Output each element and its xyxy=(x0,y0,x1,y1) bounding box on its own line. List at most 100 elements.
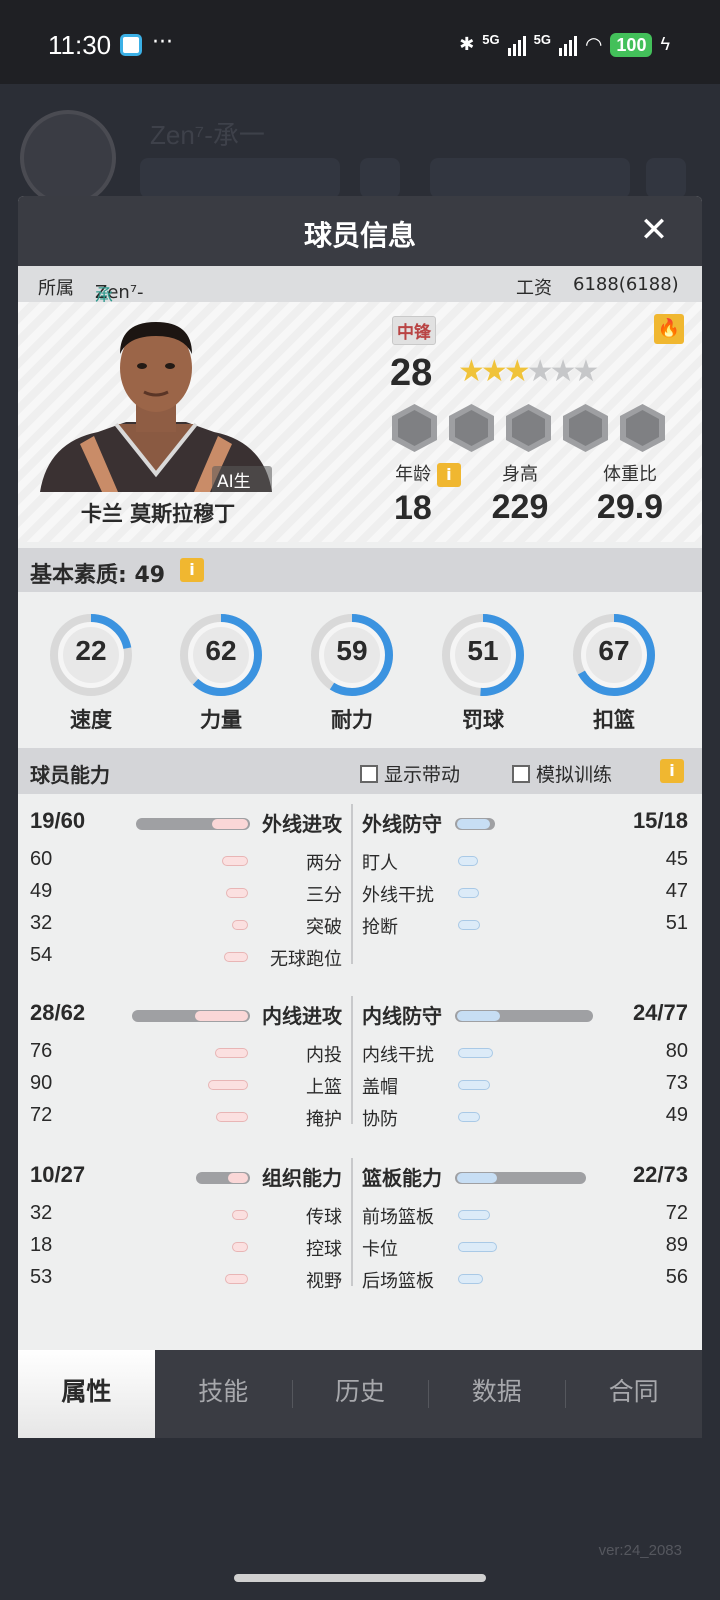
right-group-score: 24/77 xyxy=(632,1000,688,1025)
star-empty-icon: ★ xyxy=(549,354,577,389)
position-badge: 中锋 xyxy=(392,316,436,345)
affiliation-row: 所属 Zen⁷-承一 工资 6188(6188) xyxy=(18,266,702,333)
left-stat-bar xyxy=(225,1274,248,1284)
left-stat-label: 内投 xyxy=(306,1045,342,1066)
attribute-gauge: 22 速度 xyxy=(48,612,134,734)
badge-slot[interactable] xyxy=(506,404,551,452)
left-stat-value: 32 xyxy=(30,912,53,934)
right-stat-bar xyxy=(458,888,479,898)
left-group-bar xyxy=(196,1172,250,1184)
left-group-score: 10/27 xyxy=(30,1162,86,1187)
modal-title: 球员信息 xyxy=(303,219,416,252)
tab-数据[interactable]: 数据 xyxy=(428,1350,565,1438)
add-gold-button xyxy=(360,158,400,198)
left-stat-value: 76 xyxy=(30,1040,53,1062)
badge-slot[interactable] xyxy=(563,404,608,452)
right-group-bar-fill xyxy=(457,1011,500,1021)
left-stat-bar xyxy=(226,888,248,898)
right-stat-bar xyxy=(458,1080,490,1090)
attribute-gauge: 67 扣篮 xyxy=(571,612,657,734)
right-stat-label: 抢断 xyxy=(362,917,398,938)
attribute-gauge: 51 罚球 xyxy=(440,612,526,734)
sim-training-checkbox[interactable]: 模拟训练 xyxy=(512,760,612,787)
right-stat-bar xyxy=(458,1048,493,1058)
salary-label: 工资 xyxy=(516,278,552,299)
ability-label: 球员能力 xyxy=(30,763,110,787)
badge-slot[interactable] xyxy=(620,404,665,452)
left-group-score: 28/62 xyxy=(30,1000,86,1025)
right-stat-value: 45 xyxy=(665,848,688,870)
salary-value: 6188(6188) xyxy=(573,274,679,295)
fire-icon[interactable]: 🔥 xyxy=(654,314,684,344)
basic-info-icon[interactable]: i xyxy=(180,558,204,582)
age-info-icon[interactable]: i xyxy=(436,463,461,487)
right-stat-bar xyxy=(458,1242,497,1252)
age-value: 18 xyxy=(394,489,432,527)
network-type-2: 5G xyxy=(533,32,551,47)
height-label: 身高 xyxy=(502,464,538,485)
badge-slot[interactable] xyxy=(392,404,437,452)
signal-icon xyxy=(507,34,526,56)
right-stat-value: 47 xyxy=(665,880,688,902)
left-stat-label: 突破 xyxy=(306,917,342,938)
show-drive-checkbox[interactable]: 显示带动 xyxy=(360,760,460,787)
tab-属性[interactable]: 属性 xyxy=(18,1350,155,1438)
version-label: ver:24_2083 xyxy=(598,1542,682,1559)
section-divider xyxy=(351,804,353,964)
gauge-label: 耐力 xyxy=(331,708,373,732)
left-stat-label: 传球 xyxy=(306,1207,342,1228)
right-stat-bar xyxy=(458,1274,483,1284)
star-empty-icon: ★ xyxy=(572,354,600,389)
right-group-bar xyxy=(455,1172,587,1184)
left-stat-value: 72 xyxy=(30,1104,53,1126)
weight-value: 29.9 xyxy=(596,488,664,526)
player-hero: AI生成 卡兰 莫斯拉穆丁 中锋 🔥 28 ★★★★★★ 年龄 i 18 身高 … xyxy=(18,302,702,542)
left-stat-value: 54 xyxy=(30,944,53,966)
right-stat-label: 外线干扰 xyxy=(362,885,434,906)
left-stat-bar xyxy=(232,1210,248,1220)
battery-indicator: 100 xyxy=(610,32,653,57)
gauge-label: 扣篮 xyxy=(593,708,635,732)
badge-slot[interactable] xyxy=(449,404,494,452)
home-indicator[interactable] xyxy=(234,1574,486,1582)
right-group-bar-fill xyxy=(457,819,491,829)
signal-icon xyxy=(558,34,577,56)
player-info-modal: 球员信息 ✕ 所属 Zen⁷-承一 工资 6188(6188) AI生成 xyxy=(18,196,702,1438)
right-group-title: 篮板能力 xyxy=(362,1166,442,1190)
section-divider xyxy=(351,996,353,1124)
section-divider xyxy=(351,1158,353,1286)
gauge-value: 59 xyxy=(336,635,368,666)
age-label: 年龄 xyxy=(395,464,432,485)
right-stat-bar xyxy=(458,856,478,866)
left-group-title: 内线进攻 xyxy=(262,1004,342,1028)
weight-label: 体重比 xyxy=(603,464,657,485)
left-stat-value: 60 xyxy=(30,848,53,870)
left-stat-label: 三分 xyxy=(306,885,342,906)
gold-balance xyxy=(140,158,340,198)
tab-技能[interactable]: 技能 xyxy=(155,1350,292,1438)
right-stat-value: 51 xyxy=(665,912,688,934)
gauge-label: 速度 xyxy=(70,708,112,732)
basic-attributes-header: 基本素质: 49 i xyxy=(18,548,702,592)
left-stat-bar xyxy=(215,1048,248,1058)
badge-slots xyxy=(392,404,665,452)
star-empty-icon: ★ xyxy=(526,354,554,389)
tab-合同[interactable]: 合同 xyxy=(565,1350,702,1438)
close-button[interactable]: ✕ xyxy=(632,208,676,252)
left-stat-bar xyxy=(208,1080,248,1090)
right-stat-label: 前场篮板 xyxy=(362,1207,434,1228)
tab-历史[interactable]: 历史 xyxy=(291,1350,429,1438)
attribute-gauge: 59 耐力 xyxy=(309,612,395,734)
left-group-score: 19/60 xyxy=(30,808,86,833)
wifi-icon: ◠ xyxy=(584,34,603,56)
diamond-balance xyxy=(430,158,630,198)
right-stat-label: 后场篮板 xyxy=(362,1271,434,1292)
right-group-title: 外线防守 xyxy=(362,812,442,836)
ability-info-icon[interactable]: i xyxy=(660,759,684,783)
right-stat-value: 56 xyxy=(665,1266,688,1288)
basic-attributes-label: 基本素质: 49 xyxy=(30,563,166,588)
right-stat-bar xyxy=(458,920,480,930)
left-stat-value: 49 xyxy=(30,880,53,902)
left-group-title: 外线进攻 xyxy=(262,812,342,836)
more-notifications-icon: ··· xyxy=(152,30,173,55)
